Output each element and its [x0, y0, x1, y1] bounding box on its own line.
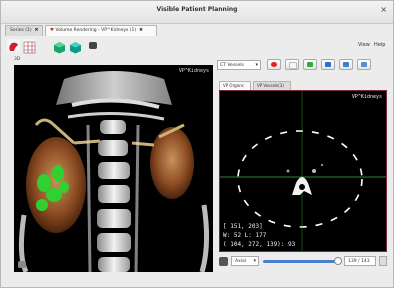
tab-label: Series (1) [10, 28, 32, 33]
mesh-grid-icon[interactable] [23, 39, 36, 54]
screen-button[interactable] [357, 59, 371, 70]
window-close-icon[interactable]: × [380, 5, 387, 14]
mountain-blue-button[interactable] [321, 59, 335, 70]
layers-button[interactable] [339, 59, 353, 70]
chevron-down-icon: ▾ [255, 62, 258, 68]
window-preset-select[interactable]: CT Vessels ▾ [217, 60, 261, 70]
cube-green-icon[interactable] [53, 39, 66, 54]
title-bar: Visible Patient Planning × [1, 1, 393, 24]
kidney-red-icon[interactable] [7, 39, 20, 52]
menu-help[interactable]: Help [374, 42, 385, 48]
tab-volume-rendering[interactable]: ♥ Volume Rendering - VP^Kidneys (1) ✖ [45, 25, 157, 36]
plane-select[interactable]: Axial ▾ [231, 256, 259, 266]
voxel-value-readout: ( 104, 272, 139): 93 [223, 241, 296, 248]
menu-view[interactable]: View [358, 42, 370, 48]
kidney-tab-icon: ♥ [50, 28, 55, 33]
slice-panel: CT Vessels ▾ VP Organs VP Vessels(3) VP^… [215, 57, 391, 275]
cube-teal-icon[interactable] [69, 39, 82, 54]
view2d-tag: VP^Kidneys [351, 94, 382, 100]
volume-rendering-view[interactable]: VP^Kidneys [14, 65, 213, 272]
orientation-icon[interactable] [18, 261, 26, 268]
slice-controls: Axial ▾ 139 / 143 [219, 256, 387, 268]
tab-close-icon[interactable]: ✖ [139, 28, 143, 33]
lock-icon[interactable] [379, 256, 387, 266]
slice-index-field[interactable]: 139 / 143 [344, 256, 376, 266]
plane-value: Axial [235, 259, 246, 264]
slice-slider-handle[interactable] [334, 257, 342, 265]
axial-slice-view[interactable]: VP^Kidneys [ 151, 203] W: 52 L: 177 ( 10… [219, 90, 387, 252]
tab-label: Volume Rendering - VP^Kidneys (1) [55, 28, 137, 33]
tab-series[interactable]: Series (1) ✖ [5, 25, 43, 36]
add-green-button[interactable] [303, 59, 317, 70]
cursor-readout: [ 151, 203] [223, 223, 263, 230]
view3d-tag: VP^Kidneys [178, 68, 209, 74]
tab-close-icon[interactable]: ✖ [35, 28, 39, 33]
volume-render-image [14, 65, 213, 272]
app-window: Visible Patient Planning × Series (1) ✖ ♥… [0, 0, 394, 288]
chevron-down-icon: ▾ [253, 258, 256, 264]
window-title: Visible Patient Planning [156, 6, 238, 13]
slice-slider-track[interactable] [263, 260, 338, 263]
tab-vp-vessels[interactable]: VP Vessels(3) [253, 81, 291, 90]
tab-vp-organs[interactable]: VP Organs [219, 81, 251, 90]
record-button[interactable] [267, 59, 281, 70]
camera-icon[interactable] [219, 257, 228, 266]
window-level-readout: W: 52 L: 177 [223, 232, 267, 239]
view3d-label: 3D [14, 57, 21, 62]
blank-button[interactable] [285, 59, 299, 70]
camera-icon[interactable] [89, 42, 97, 49]
select-value: CT Vessels [220, 63, 244, 68]
